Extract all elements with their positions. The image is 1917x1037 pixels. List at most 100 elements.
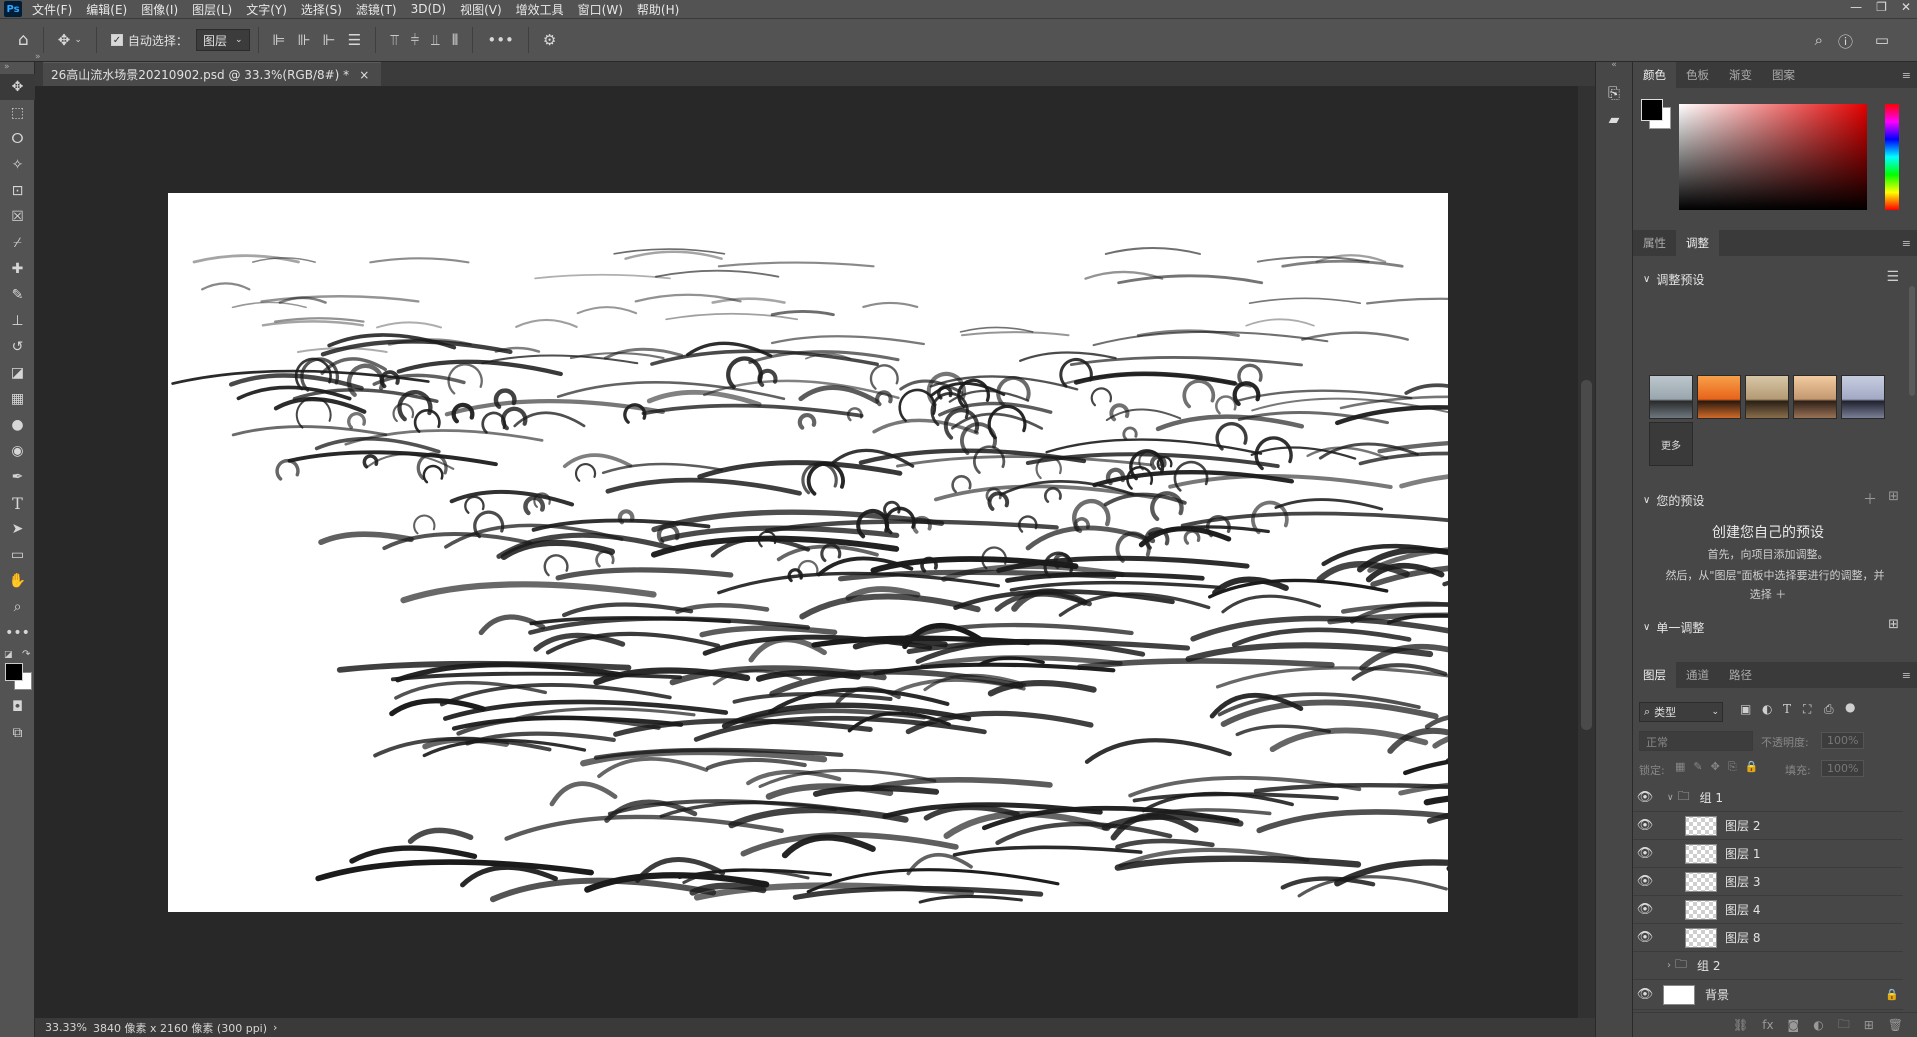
add-preset-icon[interactable]: ＋ (1863, 489, 1877, 509)
default-colors-icon[interactable]: ◪ (4, 650, 13, 660)
layer-row[interactable]: 👁 ∨ 🗀 组 1 (1633, 784, 1903, 812)
blur-tool-icon[interactable]: ● (0, 412, 35, 438)
layer-row[interactable]: 👁 图层 1 (1633, 840, 1903, 868)
visibility-eye-icon[interactable]: 👁 (1633, 930, 1657, 945)
more-presets-button[interactable]: 更多 (1649, 422, 1693, 466)
align-left-icon[interactable]: ⊫ (273, 31, 286, 49)
vertical-scroll-thumb[interactable] (1581, 380, 1592, 730)
visibility-eye-icon[interactable]: 👁 (1633, 790, 1657, 805)
preset-thumb-5[interactable] (1841, 375, 1885, 419)
your-presets-header[interactable]: ∨ 您的预设 (1643, 492, 1704, 509)
layer-style-icon[interactable]: fx (1762, 1018, 1773, 1032)
auto-select-checkbox[interactable]: ✓ (110, 34, 123, 46)
lasso-tool-icon[interactable]: ⵔ (0, 126, 35, 152)
pen-tool-icon[interactable]: ✒ (0, 464, 35, 490)
preset-thumb-2[interactable] (1697, 375, 1741, 419)
move-tool-icon[interactable]: ✥ (0, 74, 35, 100)
path-selection-tool-icon[interactable]: ➤ (0, 516, 35, 542)
swap-colors-icon[interactable]: ↷ (22, 649, 30, 660)
align-center-icon[interactable]: ⊪ (298, 31, 311, 49)
fill-input[interactable]: 100% (1821, 760, 1865, 777)
menu-window[interactable]: 窗口(W) (578, 1, 623, 18)
filter-shape-icon[interactable]: ⛶ (1803, 702, 1811, 717)
menu-plugins[interactable]: 增效工具 (516, 1, 564, 18)
comments-panel-icon[interactable]: ▰ (1596, 112, 1632, 128)
visibility-eye-icon[interactable]: 👁 (1633, 846, 1657, 861)
dodge-tool-icon[interactable]: ◉ (0, 438, 35, 464)
zoom-tool-icon[interactable]: ⌕ (0, 594, 35, 620)
restore-icon[interactable]: ❐ (1876, 0, 1887, 14)
layer-row[interactable]: 👁 图层 2 (1633, 812, 1903, 840)
chevron-down-icon[interactable]: ∨ (1667, 793, 1674, 803)
screen-mode-icon[interactable]: ⧉ (0, 720, 35, 746)
single-adjust-header[interactable]: ∨ 单一调整 (1643, 619, 1704, 636)
zoom-level[interactable]: 33.33% (45, 1021, 87, 1034)
menu-image[interactable]: 图像(I) (141, 1, 178, 18)
grid-view-icon[interactable]: ⊞ (1888, 617, 1899, 632)
crop-tool-icon[interactable]: ⊡ (0, 178, 35, 204)
marquee-tool-icon[interactable]: ⬚ (0, 100, 35, 126)
layer-row[interactable]: 👁 图层 4 (1633, 896, 1903, 924)
visibility-eye-icon[interactable]: 👁 (1633, 818, 1657, 833)
preset-thumb-4[interactable] (1793, 375, 1837, 419)
layer-filter-dropdown[interactable]: ⌕ 类型 ⌄ (1639, 702, 1723, 722)
document-canvas[interactable] (168, 193, 1448, 912)
align-middle-icon[interactable]: ⫩ (411, 31, 420, 49)
eyedropper-tool-icon[interactable]: ⌿ (0, 230, 35, 256)
edit-toolbar-icon[interactable]: ••• (0, 620, 35, 646)
tab-layers[interactable]: 图层 (1633, 662, 1676, 688)
panel-foreground-swatch[interactable] (1641, 99, 1663, 121)
tab-paths[interactable]: 路径 (1719, 662, 1762, 688)
menu-view[interactable]: 视图(V) (460, 1, 502, 18)
new-layer-icon[interactable]: ⊞ (1864, 1018, 1874, 1032)
panel-menu-icon[interactable]: ≡ (1902, 237, 1911, 250)
menu-file[interactable]: 文件(F) (32, 1, 72, 18)
close-tab-icon[interactable]: × (359, 68, 369, 82)
new-adjustment-icon[interactable]: ◐ (1813, 1018, 1823, 1032)
filter-type-icon[interactable]: T (1783, 702, 1791, 716)
preset-thumb-1[interactable] (1649, 375, 1693, 419)
blend-mode-dropdown[interactable]: 正常 (1639, 731, 1753, 751)
quick-mask-icon[interactable]: ◘ (0, 694, 35, 720)
distribute-horizontal-icon[interactable]: ⦀ (452, 31, 459, 49)
visibility-eye-icon[interactable]: 👁 (1633, 987, 1657, 1002)
history-brush-tool-icon[interactable]: ↺ (0, 334, 35, 360)
visibility-eye-icon[interactable]: 👁 (1633, 902, 1657, 917)
opacity-input[interactable]: 100% (1821, 732, 1865, 749)
menu-layer[interactable]: 图层(L) (192, 1, 232, 18)
magic-wand-tool-icon[interactable]: ✧ (0, 152, 35, 178)
color-picker-field[interactable] (1679, 104, 1867, 210)
home-icon[interactable]: ⌂ (18, 30, 29, 50)
new-group-icon[interactable]: 🗀 (1838, 1015, 1850, 1036)
adjust-presets-header[interactable]: ∨ 调整预设 (1643, 271, 1704, 288)
tab-swatches[interactable]: 色板 (1676, 62, 1719, 88)
stamp-tool-icon[interactable]: ⊥ (0, 308, 35, 334)
filter-adjustment-icon[interactable]: ◐ (1762, 702, 1772, 716)
close-window-icon[interactable]: ✕ (1901, 0, 1911, 14)
lock-icons[interactable]: ▦✎✥⎘🔒 (1675, 760, 1766, 774)
panel-menu-icon[interactable]: ≡ (1902, 69, 1911, 82)
distribute-vertical-icon[interactable]: ☰ (348, 31, 361, 49)
brush-tool-icon[interactable]: ✎ (0, 282, 35, 308)
link-layers-icon[interactable]: ⛓ (1733, 1018, 1748, 1032)
status-menu-arrow[interactable]: › (273, 1021, 277, 1034)
preset-thumb-3[interactable] (1745, 375, 1789, 419)
rectangle-tool-icon[interactable]: ▭ (0, 542, 35, 568)
filter-smart-object-icon[interactable]: ⎙ (1824, 702, 1834, 717)
delete-layer-icon[interactable]: 🗑 (1888, 1018, 1903, 1032)
healing-brush-tool-icon[interactable]: ✚ (0, 256, 35, 282)
history-panel-icon[interactable]: ⎘ (1596, 84, 1632, 102)
menu-edit[interactable]: 编辑(E) (86, 1, 127, 18)
tab-gradients[interactable]: 渐变 (1719, 62, 1762, 88)
search-icon[interactable]: ⌕ (1815, 31, 1823, 49)
chevron-right-icon[interactable]: › (1667, 960, 1671, 971)
tab-properties[interactable]: 属性 (1633, 230, 1676, 256)
visibility-eye-icon[interactable]: 👁 (1633, 874, 1657, 889)
foreground-color-swatch[interactable] (5, 663, 23, 681)
collapse-toolbar-icon[interactable]: » (0, 62, 34, 74)
adjust-panel-scrollbar[interactable] (1909, 286, 1915, 396)
menu-select[interactable]: 选择(S) (301, 1, 342, 18)
document-tab[interactable]: 26高山流水场景20210902.psd @ 33.3%(RGB/8#) * × (43, 62, 382, 86)
menu-3d[interactable]: 3D(D) (411, 2, 446, 16)
align-right-icon[interactable]: ⊩ (323, 31, 336, 49)
